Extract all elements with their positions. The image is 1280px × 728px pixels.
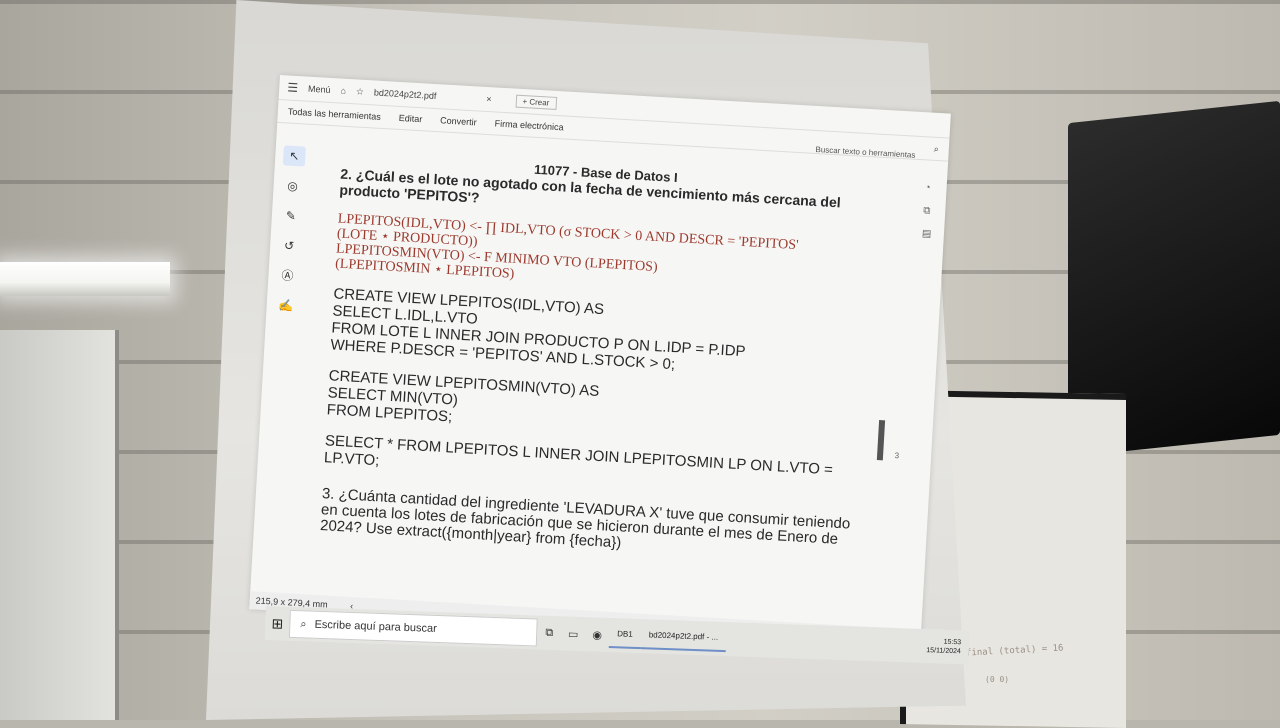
sql-view-lpepitos: CREATE VIEW LPEPITOS(IDL,VTO) AS SELECT … <box>330 285 747 374</box>
copy-icon[interactable]: ⧉ <box>923 205 940 217</box>
right-toolbar: ◔ ⧉ ▤ <box>922 182 941 240</box>
door <box>0 330 119 720</box>
search-tools-input[interactable]: Buscar texto o herramientas <box>815 144 915 159</box>
menu-item-convert[interactable]: Convertir <box>440 115 477 127</box>
tab-title[interactable]: bd2024p2t2.pdf <box>374 87 437 101</box>
clock-time: 15:53 <box>943 638 962 647</box>
vertical-scrollbar[interactable] <box>876 420 886 461</box>
taskbar-search-placeholder: Escribe aquí para buscar <box>314 618 437 635</box>
hamburger-icon[interactable]: ☰ <box>287 80 299 95</box>
whiteboard-note-2: (0 0) <box>985 675 1010 684</box>
star-icon[interactable]: ☆ <box>356 86 365 97</box>
taskbar-app-db1[interactable]: DB1 <box>608 622 642 650</box>
home-icon[interactable]: ⌂ <box>340 86 346 96</box>
system-clock[interactable]: 15:53 15/11/2024 <box>926 637 969 656</box>
edge-icon[interactable]: ◉ <box>585 628 609 642</box>
pen-icon[interactable]: ✎ <box>279 205 302 226</box>
search-icon[interactable]: ⌕ <box>933 143 940 154</box>
question-3: 3. ¿Cuánta cantidad del ingrediente 'LEV… <box>319 485 851 552</box>
search-icon: ⌕ <box>300 617 307 630</box>
ceiling-lamp <box>0 262 170 296</box>
menu-item-sign[interactable]: Firma electrónica <box>494 118 563 132</box>
pdf-viewer-window: ☰ Menú ⌂ ☆ bd2024p2t2.pdf × + Crear Toda… <box>249 75 951 648</box>
menu-item-edit[interactable]: Editar <box>398 113 422 124</box>
windows-start-icon[interactable]: ⊞ <box>265 614 290 632</box>
task-view-icon[interactable]: ⧉ <box>537 626 561 640</box>
menu-label[interactable]: Menú <box>308 84 331 95</box>
relational-algebra: LPEPITOS(IDL,VTO) <- ∏ IDL,VTO (σ STOCK … <box>335 212 878 303</box>
text-select-icon[interactable]: Ⓐ <box>276 265 299 286</box>
terminal-icon[interactable]: ▭ <box>561 627 585 641</box>
close-tab-icon[interactable]: × <box>486 94 492 104</box>
left-toolbar: ↖ ◎ ✎ ↺ Ⓐ ✍ <box>272 145 308 316</box>
menu-item-all-tools[interactable]: Todas las herramientas <box>288 107 381 122</box>
save-icon[interactable]: ◔ <box>924 182 941 194</box>
sign-icon[interactable]: ✍ <box>274 295 297 316</box>
cursor-icon[interactable]: ↖ <box>282 145 306 167</box>
page-icon[interactable]: ▤ <box>922 228 939 240</box>
clock-date: 15/11/2024 <box>926 647 961 656</box>
new-tab-button[interactable]: + Crear <box>515 94 557 110</box>
page-number: 3 <box>894 451 900 461</box>
taskbar-search[interactable]: ⌕ Escribe aquí para buscar <box>288 609 538 647</box>
loop-icon[interactable]: ↺ <box>278 235 301 256</box>
comment-icon[interactable]: ◎ <box>281 175 304 196</box>
pdf-page: 11077 - Base de Datos I 2. ¿Cuál es el l… <box>320 151 881 565</box>
taskbar-app-pdf[interactable]: bd2024p2t2.pdf - ... <box>640 623 727 653</box>
